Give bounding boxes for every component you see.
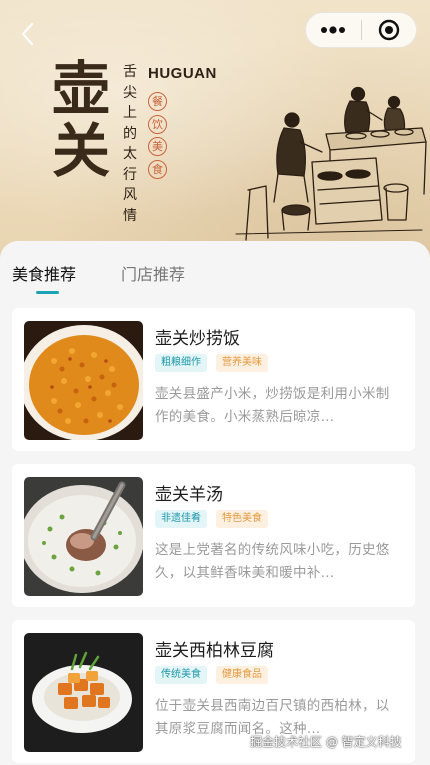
- food-image-tofu: [24, 633, 143, 752]
- tag-badge: 健康食品: [216, 666, 268, 684]
- slogan-char: 情: [123, 207, 137, 224]
- food-description: 这是上党著名的传统风味小吃，历史悠久，以其鲜香味美和暖中补…: [155, 542, 390, 581]
- tag-badge: 特色美食: [216, 510, 268, 528]
- seal-char: 美: [148, 137, 167, 156]
- food-title: 壶关炒捞饭: [155, 329, 240, 349]
- tab-store-recommend[interactable]: 门店推荐: [121, 261, 185, 285]
- food-title: 壶关西柏林豆腐: [155, 641, 274, 661]
- more-dots-icon[interactable]: [306, 13, 361, 47]
- tab-bar: 美食推荐 门店推荐: [0, 241, 430, 299]
- slogan-char: 风: [123, 187, 137, 203]
- brand-char: 关: [51, 117, 110, 185]
- content-panel: 美食推荐 门店推荐 壶关炒捞饭 粗粮细作 营养美味 壶关县盛产小米，炒捞饭是利用…: [0, 241, 430, 765]
- slogan-char: 的: [123, 125, 137, 142]
- brand-english-name: HUGUAN: [148, 65, 217, 82]
- tab-food-recommend[interactable]: 美食推荐: [12, 261, 76, 285]
- seal-char: 饮: [148, 114, 167, 134]
- mini-program-capsule: [305, 12, 417, 48]
- food-card[interactable]: 壶关炒捞饭 粗粮细作 营养美味 壶关县盛产小米，炒捞饭是利用小米制作的美食。小米…: [12, 308, 415, 451]
- food-card[interactable]: 壶关羊汤 非遗佳肴 特色美食 这是上党著名的传统风味小吃，历史悠久，以其鲜香味美…: [12, 464, 415, 607]
- tag-badge: 传统美食: [155, 666, 207, 684]
- tag-badge: 非遗佳肴: [155, 510, 207, 528]
- food-image-fried-millet: [24, 321, 143, 440]
- tag-badge: 营养美味: [216, 354, 268, 372]
- seal-char: 餐: [148, 92, 167, 111]
- seal-stamps: 餐 饮 美 食: [148, 92, 168, 182]
- brand-char: 壶: [51, 55, 110, 123]
- slogan-char: 舌: [123, 64, 137, 80]
- seal-char: 食: [148, 159, 167, 179]
- slogan-char: 上: [123, 105, 137, 121]
- slogan-char: 太: [123, 146, 137, 162]
- food-tags: 粗粮细作 营养美味: [155, 354, 268, 372]
- food-description: 壶关县盛产小米，炒捞饭是利用小米制作的美食。小米蒸熟后晾凉…: [155, 386, 390, 425]
- vertical-slogan: 舌 尖 上 的 太 行 风 情: [121, 62, 139, 226]
- tag-badge: 粗粮细作: [155, 354, 207, 372]
- header-banner: 壶 关 舌 尖 上 的 太 行 风 情 HUGUAN 餐 饮 美 食: [0, 0, 430, 262]
- active-tab-indicator: [36, 291, 59, 294]
- chevron-left-icon[interactable]: [14, 20, 40, 48]
- food-title: 壶关羊汤: [155, 485, 223, 505]
- food-tags: 传统美食 健康食品: [155, 666, 268, 684]
- cooking-scene-illustration: [235, 86, 427, 241]
- slogan-char: 尖: [123, 84, 137, 101]
- slogan-char: 行: [123, 166, 137, 183]
- food-tags: 非遗佳肴 特色美食: [155, 510, 268, 528]
- food-image-mutton-soup: [24, 477, 143, 596]
- brand-title: 壶 关: [46, 58, 116, 182]
- target-circle-icon[interactable]: [362, 13, 417, 47]
- watermark-text: 掘金技术社区 @ 智定义科技: [250, 735, 402, 749]
